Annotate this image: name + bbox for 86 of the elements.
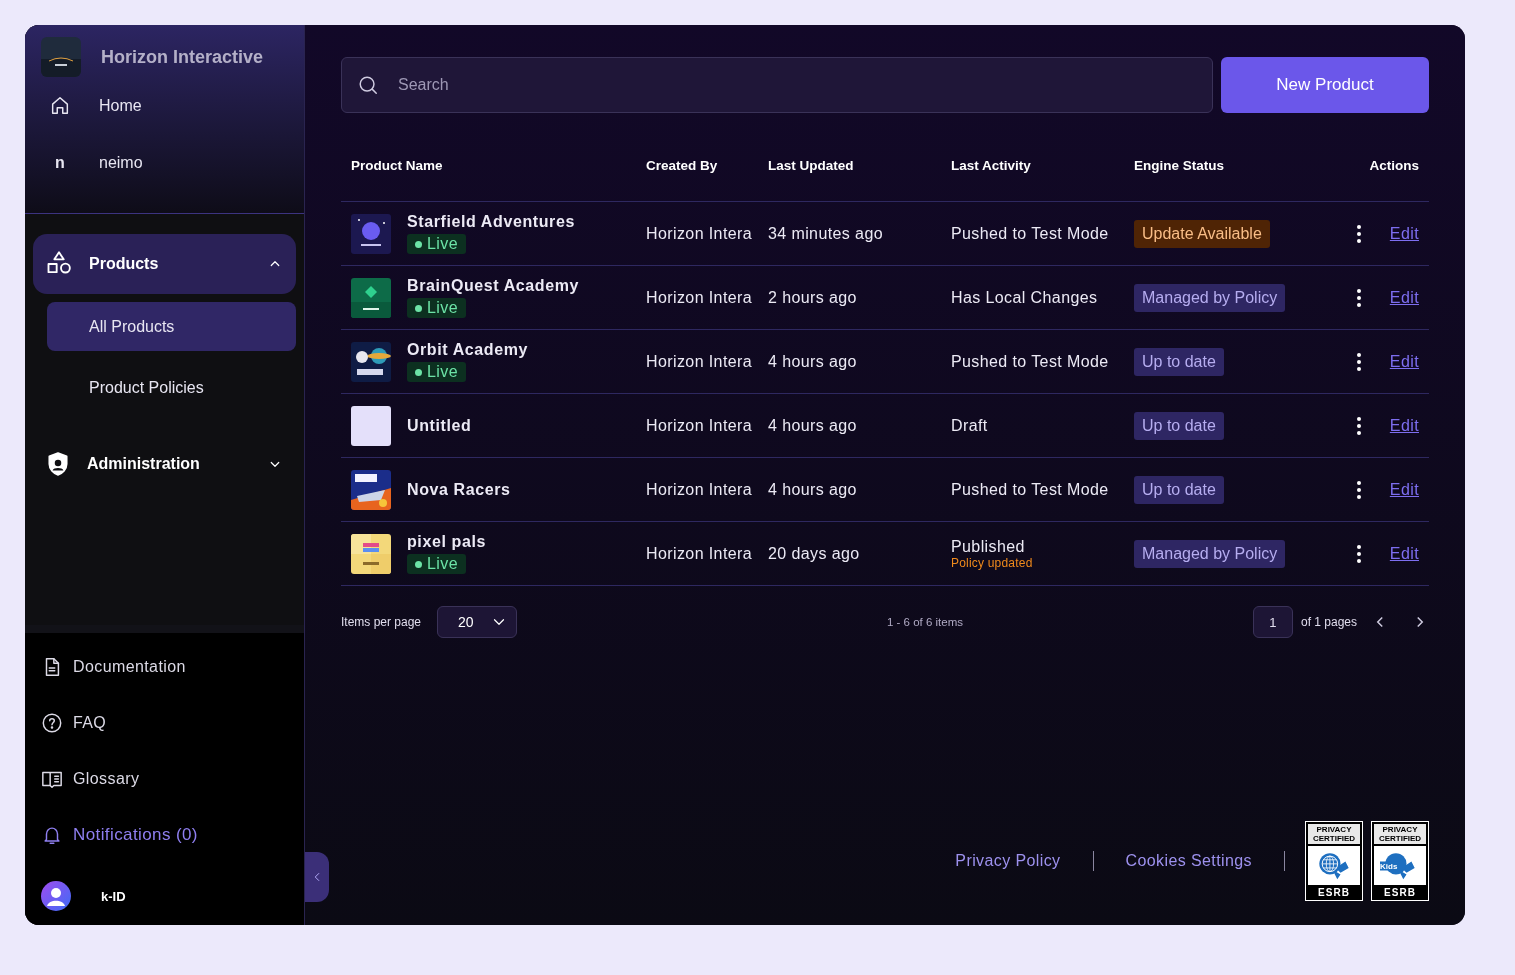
table-cell-text: 4 hours ago xyxy=(768,416,858,435)
page-field[interactable]: 1 xyxy=(1252,606,1293,638)
status-badge: Up to date xyxy=(1134,347,1224,376)
column-header: Last Updated xyxy=(768,157,855,173)
product-name: Starfield Adventures xyxy=(407,213,575,231)
section-label: Administration xyxy=(87,455,201,473)
edit-link[interactable]: Edit xyxy=(1389,224,1429,243)
new-product-button[interactable]: New Product xyxy=(1221,57,1429,113)
live-status: Live xyxy=(407,554,466,574)
table-cell-text: 4 hours ago xyxy=(768,352,858,371)
table-cell-text: 34 minutes ago xyxy=(768,224,884,243)
shield-icon xyxy=(45,451,71,477)
nav-label: Home xyxy=(99,96,142,115)
status-badge: Update Available xyxy=(1134,219,1270,248)
table-cell-text: Horizon Intera xyxy=(646,416,754,435)
footer-link[interactable]: Privacy Policy xyxy=(923,852,1093,870)
table-cell-text: Horizon Intera xyxy=(646,544,754,563)
more-icon[interactable] xyxy=(1356,223,1362,244)
sidebar-item[interactable]: Product Policies xyxy=(47,363,296,412)
activity-note: Policy updated xyxy=(951,555,1034,570)
page-count: of 1 pages xyxy=(1300,615,1357,629)
table-cell-text: Horizon Intera xyxy=(646,480,754,499)
table-cell-text: Pushed to Test Mode xyxy=(951,352,1110,371)
more-icon[interactable] xyxy=(1356,287,1362,308)
brand-name: Horizon Interactive xyxy=(101,46,264,68)
search-field[interactable]: Search xyxy=(341,57,1213,113)
table-cell-text: 2 hours ago xyxy=(768,288,858,307)
initial-icon: n xyxy=(49,153,71,172)
column-header: Engine Status xyxy=(1134,157,1225,173)
page-size-select[interactable]: 20 xyxy=(437,606,518,638)
section-label: Products xyxy=(89,255,160,273)
edit-link[interactable]: Edit xyxy=(1389,352,1429,371)
help-icon xyxy=(41,712,63,734)
table-cell-text: Horizon Intera xyxy=(646,352,754,371)
range-text: 1 - 6 of 6 items xyxy=(885,616,965,628)
live-status: Live xyxy=(407,234,466,254)
edit-link[interactable]: Edit xyxy=(1389,544,1429,563)
product-name: Orbit Academy xyxy=(407,341,529,359)
table-cell-text: Pushed to Test Mode xyxy=(951,224,1110,243)
column-header: Actions xyxy=(1368,157,1420,173)
more-icon[interactable] xyxy=(1356,543,1362,564)
sidebar-item[interactable]: All Products xyxy=(47,302,296,351)
nav-item[interactable]: Home xyxy=(41,77,304,134)
column-header: Created By xyxy=(646,157,719,173)
section-header[interactable]: Administration xyxy=(33,434,296,494)
avatar-icon xyxy=(41,881,71,911)
column-header: Product Name xyxy=(350,157,444,173)
table-cell-text: Pushed to Test Mode xyxy=(951,480,1110,499)
edit-link[interactable]: Edit xyxy=(1389,288,1429,307)
nav-item[interactable]: n neimo xyxy=(41,134,304,191)
status-badge: Up to date xyxy=(1134,475,1224,504)
more-icon[interactable] xyxy=(1356,351,1362,372)
certification-badge: PRIVACY CERTIFIED Kids ESRB xyxy=(1371,821,1429,901)
help-link[interactable]: Notifications (0) xyxy=(73,825,198,845)
help-link[interactable]: FAQ xyxy=(73,714,107,732)
home-icon xyxy=(49,94,71,117)
column-header: Last Activity xyxy=(951,157,1032,173)
live-status: Live xyxy=(407,362,466,382)
certification-badge: PRIVACY CERTIFIED ESRB xyxy=(1305,821,1363,901)
edit-link[interactable]: Edit xyxy=(1389,416,1429,435)
thumbnail-placeholder xyxy=(351,405,391,446)
table-cell-text: Draft xyxy=(951,416,989,435)
status-badge: Managed by Policy xyxy=(1134,539,1286,568)
product-name: Untitled xyxy=(407,416,472,435)
items-per-page-label: Items per page xyxy=(341,615,422,629)
more-icon[interactable] xyxy=(1356,479,1362,500)
table-cell-text: Horizon Intera xyxy=(646,224,754,243)
status-badge: Managed by Policy xyxy=(1134,283,1286,312)
live-status: Live xyxy=(407,298,466,318)
user-name: k-ID xyxy=(101,888,126,904)
more-icon[interactable] xyxy=(1356,415,1362,436)
product-name: BrainQuest Academy xyxy=(407,277,580,295)
table-cell-text: 4 hours ago xyxy=(768,480,858,499)
product-name: pixel pals xyxy=(407,533,486,551)
help-link[interactable]: Documentation xyxy=(73,658,186,676)
table-cell-text: Published xyxy=(951,537,1026,556)
table-cell-text: Horizon Intera xyxy=(646,288,754,307)
status-badge: Up to date xyxy=(1134,411,1224,440)
help-link[interactable]: Glossary xyxy=(73,770,140,788)
footer-link[interactable]: Cookies Settings xyxy=(1093,852,1284,870)
table-cell-text: 20 days ago xyxy=(768,544,861,563)
product-name: Nova Racers xyxy=(407,480,511,499)
table-cell-text: Has Local Changes xyxy=(951,288,1099,307)
edit-link[interactable]: Edit xyxy=(1389,480,1429,499)
section-header[interactable]: Products xyxy=(33,234,296,294)
nav-label: neimo xyxy=(99,153,143,172)
